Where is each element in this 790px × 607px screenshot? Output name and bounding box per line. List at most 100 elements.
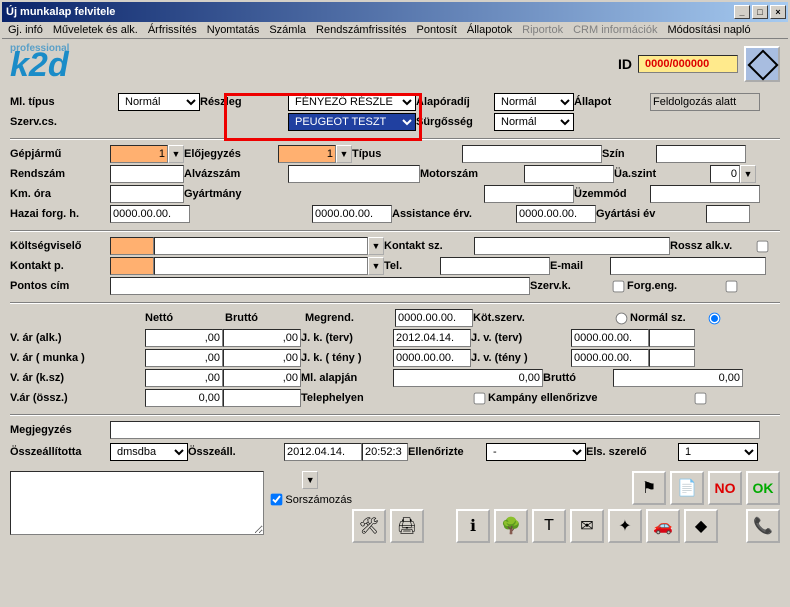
select-alaporadij[interactable]: Normál — [494, 93, 574, 111]
input-jvterv[interactable] — [571, 329, 649, 347]
menu-pontosit[interactable]: Pontosít — [417, 24, 457, 36]
dropdown-kontaktp[interactable]: ▼ — [368, 257, 384, 275]
input-hazaiforg2[interactable] — [312, 205, 392, 223]
menu-gjinfo[interactable]: Gj. infó — [8, 24, 43, 36]
input-varmunka-b[interactable] — [223, 349, 301, 367]
input-rendszam[interactable] — [110, 165, 184, 183]
dropdown-gepjarmu[interactable]: ▼ — [168, 145, 184, 163]
input-varalk-n[interactable] — [145, 329, 223, 347]
no-button[interactable]: NO — [708, 471, 742, 505]
menu-arfrissites[interactable]: Árfrissítés — [148, 24, 197, 36]
notes-dropdown[interactable]: ▼ — [302, 471, 318, 489]
input-megrend[interactable] — [395, 309, 473, 327]
input-hazaiforg[interactable] — [110, 205, 190, 223]
notes-textarea[interactable] — [10, 471, 264, 535]
logo-brand: k2d — [10, 46, 69, 84]
icon-send[interactable]: ✉ — [570, 509, 604, 543]
input-jkteny[interactable] — [393, 349, 471, 367]
input-gyartmany[interactable] — [484, 185, 574, 203]
label-szin: Szín — [602, 148, 656, 160]
input-varksz-b[interactable] — [223, 369, 301, 387]
menu-nyomtatas[interactable]: Nyomtatás — [207, 24, 260, 36]
icon-car[interactable]: 🚗 — [646, 509, 680, 543]
maximize-button[interactable]: □ — [752, 5, 768, 19]
check-forgeng[interactable] — [726, 280, 738, 292]
input-assistance[interactable] — [516, 205, 596, 223]
minimize-button[interactable]: _ — [734, 5, 750, 19]
select-reszleg[interactable]: FÉNYEZŐ RÉSZLE — [288, 93, 416, 111]
input-varossz-n[interactable] — [145, 389, 223, 407]
icon-tools[interactable]: 🛠 — [352, 509, 386, 543]
ok-button[interactable]: OK — [746, 471, 780, 505]
input-megjegyzes[interactable] — [110, 421, 760, 439]
icon-brand[interactable]: ◆ — [684, 509, 718, 543]
input-gepjarmu[interactable] — [110, 145, 168, 163]
icon-phone[interactable]: 📞 — [746, 509, 780, 543]
input-alvazszam[interactable] — [288, 165, 420, 183]
input-pontoscim[interactable] — [110, 277, 530, 295]
select-ml-tipus[interactable]: Normál — [118, 93, 200, 111]
select-surgosseg[interactable]: Normál — [494, 113, 574, 131]
input-jvteny-time[interactable] — [649, 349, 695, 367]
input-brutto2[interactable] — [613, 369, 743, 387]
menu-szamla[interactable]: Számla — [269, 24, 306, 36]
input-osszeall-date[interactable] — [284, 443, 362, 461]
input-kmora[interactable] — [110, 185, 184, 203]
dropdown-uaszint[interactable]: ▼ — [740, 165, 756, 183]
label-kmora: Km. óra — [10, 188, 110, 200]
icon-doc[interactable]: 📄 — [670, 471, 704, 505]
input-uzemmod[interactable] — [650, 185, 760, 203]
radio-kotszerv[interactable] — [616, 312, 628, 324]
label-kampany: Kampány ellenőrizve — [488, 392, 692, 404]
check-szervk[interactable] — [613, 280, 625, 292]
check-kampany[interactable] — [695, 392, 707, 404]
select-elsszerelo[interactable]: 1 — [678, 443, 758, 461]
input-kontaktp[interactable] — [154, 257, 368, 275]
close-button[interactable]: × — [770, 5, 786, 19]
select-ellenorizte[interactable]: - — [486, 443, 586, 461]
input-kontaktsz[interactable] — [474, 237, 670, 255]
menu-allapotok[interactable]: Állapotok — [467, 24, 512, 36]
input-osszeall-time[interactable] — [362, 443, 408, 461]
input-jkterv[interactable] — [393, 329, 471, 347]
input-varossz-b[interactable] — [223, 389, 301, 407]
check-sorszamozas[interactable] — [271, 494, 283, 506]
dropdown-koltsegviselo[interactable]: ▼ — [368, 237, 384, 255]
radio-normalsz[interactable] — [709, 312, 721, 324]
icon-print[interactable]: 🖨 — [390, 509, 424, 543]
edit-button[interactable] — [744, 46, 780, 82]
input-mlalapjan[interactable] — [393, 369, 543, 387]
input-varksz-n[interactable] — [145, 369, 223, 387]
input-gyartasiev[interactable] — [706, 205, 750, 223]
input-jvterv-time[interactable] — [649, 329, 695, 347]
input-elojegyzes[interactable] — [278, 145, 336, 163]
label-uaszint: Üa.szint — [614, 168, 710, 180]
menu-rendszamfrissites[interactable]: Rendszámfrissítés — [316, 24, 406, 36]
input-szin[interactable] — [656, 145, 746, 163]
input-koltsegviselo[interactable] — [154, 237, 368, 255]
select-osszeall[interactable]: dmsdba — [110, 443, 188, 461]
icon-test[interactable]: T — [532, 509, 566, 543]
header-brutto: Bruttó — [225, 312, 305, 324]
menu-muveletek[interactable]: Műveletek és alk. — [53, 24, 138, 36]
input-varalk-b[interactable] — [223, 329, 301, 347]
input-jvteny[interactable] — [571, 349, 649, 367]
icon-target[interactable]: ✦ — [608, 509, 642, 543]
input-email[interactable] — [610, 257, 766, 275]
select-szervcs[interactable]: PEUGEOT TESZT — [288, 113, 416, 131]
icon-flag[interactable]: ⚑ — [632, 471, 666, 505]
icon-tree[interactable]: 🌳 — [494, 509, 528, 543]
input-tipus[interactable] — [462, 145, 602, 163]
input-kontaktp-code[interactable] — [110, 257, 154, 275]
input-koltsegviselo-code[interactable] — [110, 237, 154, 255]
dropdown-elojegyzes[interactable]: ▼ — [336, 145, 352, 163]
icon-info[interactable]: ℹ — [456, 509, 490, 543]
input-motorszam[interactable] — [524, 165, 614, 183]
input-varmunka-n[interactable] — [145, 349, 223, 367]
label-osszeall: Összeállította — [10, 446, 110, 458]
input-tel[interactable] — [440, 257, 550, 275]
input-uaszint[interactable] — [710, 165, 740, 183]
check-rosszalk[interactable] — [757, 240, 769, 252]
check-telephelyen[interactable] — [474, 392, 486, 404]
menu-modositasi[interactable]: Módosítási napló — [667, 24, 750, 36]
